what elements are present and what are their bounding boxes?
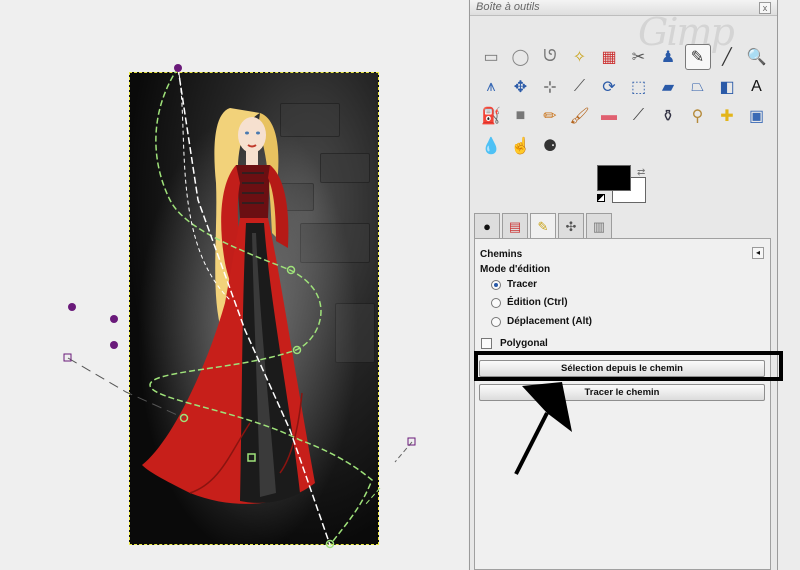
scissors-icon[interactable]: ✂ bbox=[626, 44, 652, 70]
rect-select-icon[interactable]: ▭ bbox=[478, 44, 504, 70]
mode-design-option[interactable]: Tracer bbox=[491, 279, 537, 290]
foreground-select-icon[interactable]: ♟ bbox=[655, 44, 681, 70]
rotate-icon[interactable]: ⟳ bbox=[596, 74, 622, 100]
ink-icon[interactable]: ⚱ bbox=[655, 103, 681, 129]
annotation-arrow bbox=[514, 382, 572, 475]
foreground-color-swatch[interactable] bbox=[597, 165, 631, 191]
mode-label: Déplacement (Alt) bbox=[507, 316, 593, 327]
close-button[interactable]: x bbox=[759, 2, 771, 14]
clone-icon[interactable]: ⚲ bbox=[685, 103, 711, 129]
images-tab[interactable]: ▥ bbox=[586, 213, 612, 239]
highlight-box bbox=[474, 351, 783, 381]
measure-icon[interactable]: ⩚ bbox=[478, 74, 504, 100]
blur-icon[interactable]: 💧 bbox=[478, 133, 504, 159]
image-layer[interactable] bbox=[129, 72, 379, 545]
heal-icon[interactable]: ✚ bbox=[714, 103, 740, 129]
radio-button[interactable] bbox=[491, 279, 501, 290]
bucket-fill-icon[interactable]: ⛽ bbox=[478, 103, 504, 129]
move-icon[interactable]: ✥ bbox=[508, 74, 534, 100]
shear-icon[interactable]: ▰ bbox=[655, 74, 681, 100]
fuzzy-select-icon[interactable]: ✧ bbox=[567, 44, 593, 70]
edit-mode-label: Mode d'édition bbox=[480, 264, 551, 275]
polygonal-checkbox[interactable] bbox=[481, 338, 492, 349]
mode-move-option[interactable]: Déplacement (Alt) bbox=[491, 316, 592, 327]
panel-title: Chemins bbox=[480, 249, 523, 260]
anchor-point bbox=[110, 341, 118, 349]
tool-options-tab[interactable]: ● bbox=[474, 213, 500, 239]
anchor-point bbox=[174, 64, 182, 72]
radio-button[interactable] bbox=[491, 316, 501, 327]
tool-grid: ▭ ◯ ᘎ ✧ ▦ ✂ ♟ ✎ ╱ 🔍 ⩚ ✥ ⊹ ⟋ ⟳ ⬚ ▰ ⏢ ◧ A ⛽ ■ ✏ 🖌 ▬ ⟋ ⚱ ⚲ ✚ ▣ 💧 ☝ ⚈ bbox=[478, 44, 774, 162]
mode-label: Édition (Ctrl) bbox=[507, 297, 568, 308]
crop-icon[interactable]: ⟋ bbox=[567, 74, 593, 100]
undo-tab[interactable]: ✣ bbox=[558, 213, 584, 239]
handle-square bbox=[407, 437, 416, 446]
dodge-burn-icon[interactable]: ⚈ bbox=[537, 133, 563, 159]
polygonal-option[interactable]: Polygonal bbox=[481, 338, 548, 349]
panel-menu-button[interactable]: ◂ bbox=[752, 247, 764, 259]
handle-square bbox=[63, 353, 72, 362]
polygonal-label: Polygonal bbox=[500, 338, 548, 349]
blend-icon[interactable]: ■ bbox=[508, 103, 534, 129]
mode-edit-option[interactable]: Édition (Ctrl) bbox=[491, 297, 568, 308]
perspective-clone-icon[interactable]: ▣ bbox=[744, 103, 770, 129]
devices-tab[interactable]: ▤ bbox=[502, 213, 528, 239]
align-icon[interactable]: ⊹ bbox=[537, 74, 563, 100]
color-select-icon[interactable]: ▦ bbox=[596, 44, 622, 70]
dock-tabs: ● ▤ ✎ ✣ ▥ bbox=[474, 213, 624, 240]
paths-tool-icon[interactable]: ✎ bbox=[684, 44, 711, 70]
anchor-point bbox=[110, 315, 118, 323]
perspective-icon[interactable]: ⏢ bbox=[685, 74, 711, 100]
pencil-icon[interactable]: ✏ bbox=[537, 103, 563, 129]
smudge-icon[interactable]: ☝ bbox=[508, 133, 534, 159]
paintbrush-icon[interactable]: 🖌 bbox=[567, 103, 593, 129]
anchor-point bbox=[68, 303, 76, 311]
ellipse-select-icon[interactable]: ◯ bbox=[508, 44, 534, 70]
color-area[interactable]: ⇄ bbox=[590, 165, 650, 207]
flip-icon[interactable]: ◧ bbox=[714, 74, 740, 100]
toolbox-title: Boîte à outils bbox=[476, 1, 540, 13]
eraser-icon[interactable]: ▬ bbox=[596, 103, 622, 129]
image-canvas[interactable] bbox=[0, 0, 468, 570]
color-picker-icon[interactable]: ╱ bbox=[714, 44, 740, 70]
zoom-icon[interactable]: 🔍 bbox=[744, 44, 770, 70]
free-select-icon[interactable]: ᘎ bbox=[537, 44, 563, 70]
airbrush-icon[interactable]: ⟋ bbox=[626, 103, 652, 129]
handle-line bbox=[394, 441, 413, 463]
scale-icon[interactable]: ⬚ bbox=[626, 74, 652, 100]
paths-tab[interactable]: ✎ bbox=[530, 213, 556, 240]
mode-label: Tracer bbox=[507, 279, 538, 290]
radio-button[interactable] bbox=[491, 297, 501, 308]
text-icon[interactable]: A bbox=[744, 74, 770, 100]
reset-colors-icon[interactable] bbox=[597, 194, 605, 202]
woman-illustration bbox=[138, 108, 358, 544]
